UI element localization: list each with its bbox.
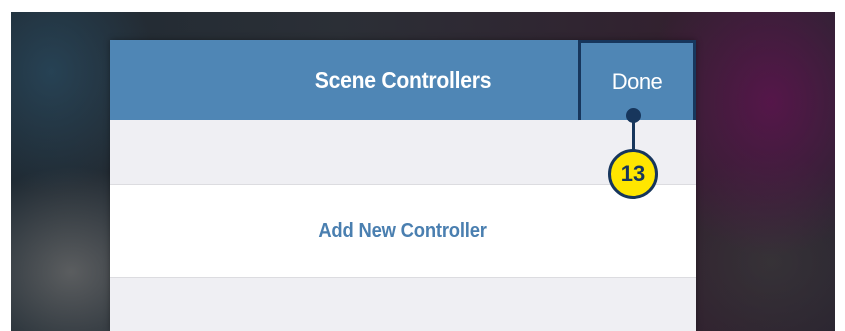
callout-number-badge: 13 xyxy=(608,149,658,199)
add-new-controller-button[interactable]: Add New Controller xyxy=(110,184,696,278)
screenshot-frame: Scene Controllers Done Add New Controlle… xyxy=(11,12,835,331)
scene-controllers-modal: Scene Controllers Done Add New Controlle… xyxy=(110,40,696,331)
add-new-controller-label: Add New Controller xyxy=(318,220,488,242)
callout-anchor-dot xyxy=(626,108,641,123)
navigation-bar: Scene Controllers Done xyxy=(110,40,696,123)
list-section-spacer-bottom xyxy=(110,278,696,331)
